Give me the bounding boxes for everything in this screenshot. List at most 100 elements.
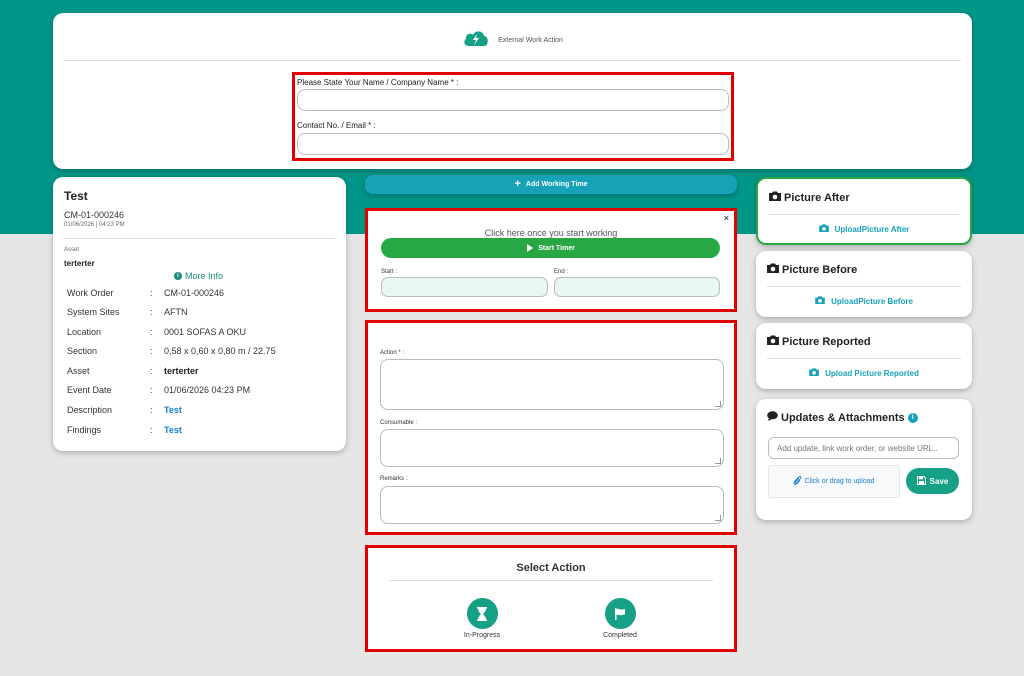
- start-time-label: Start :: [381, 269, 398, 275]
- updates-title: Updates & Attachments: [781, 411, 905, 424]
- picture-reported-title-row: Picture Reported: [767, 335, 871, 348]
- info-key: Findings: [67, 425, 102, 435]
- info-key: System Sites: [67, 307, 120, 317]
- picture-after-card: Picture After UploadPicture After: [756, 177, 972, 245]
- save-label: Save: [929, 476, 949, 486]
- add-working-time-label: Add Working Time: [525, 181, 588, 188]
- picture-before-title-row: Picture Before: [767, 263, 857, 276]
- picture-reported-card: Picture Reported Upload Picture Reported: [756, 323, 972, 389]
- info-key: Event Date: [67, 385, 112, 395]
- info-colon: :: [150, 366, 153, 376]
- info-colon: :: [150, 307, 153, 317]
- info-key: Asset: [67, 366, 90, 376]
- description-link[interactable]: Test: [164, 405, 182, 415]
- end-time-label: End :: [554, 269, 569, 275]
- upload-picture-after-link[interactable]: UploadPicture After: [758, 224, 970, 234]
- upload-picture-after-label: UploadPicture After: [834, 224, 910, 234]
- comment-icon: [767, 411, 778, 424]
- flag-icon: [604, 598, 636, 629]
- name-input[interactable]: [297, 89, 729, 111]
- completed-label: Completed: [603, 632, 637, 639]
- name-field-label: Please State Your Name / Company Name * …: [297, 78, 459, 87]
- in-progress-action-button[interactable]: In-Progress: [447, 598, 517, 639]
- action-label: Action * :: [380, 350, 405, 356]
- camera-icon: [815, 296, 825, 306]
- info-value: terterter: [164, 366, 199, 376]
- camera-icon: [767, 263, 779, 276]
- hourglass-icon: [466, 598, 498, 629]
- picture-reported-divider: [767, 358, 961, 359]
- info-colon: :: [150, 405, 153, 415]
- info-key: Description: [67, 405, 113, 415]
- picture-reported-title: Picture Reported: [782, 335, 871, 348]
- work-order-number: CM-01-000246: [64, 210, 125, 220]
- more-info-label: More Info: [185, 271, 224, 281]
- info-divider: [64, 238, 335, 239]
- update-input[interactable]: Add update, link work order, or website …: [768, 437, 959, 459]
- work-order-date: 01/06/2026 | 04:23 PM: [64, 222, 125, 228]
- camera-icon: [818, 224, 829, 234]
- info-value: AFTN: [164, 307, 188, 317]
- info-colon: :: [150, 346, 153, 356]
- consumable-label: Consumable :: [380, 420, 418, 426]
- picture-after-title-row: Picture After: [769, 191, 850, 204]
- info-circle-icon: i: [174, 272, 182, 280]
- resize-handle[interactable]: [715, 458, 721, 464]
- remarks-textarea[interactable]: [380, 486, 724, 524]
- asset-value: terterter: [64, 259, 95, 268]
- select-action-title: Select Action: [516, 562, 586, 574]
- info-colon: :: [150, 327, 153, 337]
- action-textarea[interactable]: [380, 359, 724, 410]
- timer-panel-highlight: × Click here once you start working Star…: [365, 208, 737, 312]
- consumable-textarea[interactable]: [380, 429, 724, 467]
- file-upload-dropzone[interactable]: Click or drag to upload: [768, 465, 900, 498]
- contact-details-highlight: Please State Your Name / Company Name * …: [292, 72, 734, 161]
- updates-title-row: Updates & Attachments i: [767, 411, 918, 424]
- info-value: CM-01-000246: [164, 288, 225, 298]
- picture-before-divider: [767, 286, 961, 287]
- upload-label: Click or drag to upload: [804, 478, 875, 485]
- info-circle-icon[interactable]: i: [907, 412, 918, 423]
- info-key: Location: [67, 327, 102, 337]
- upload-picture-reported-link[interactable]: Upload Picture Reported: [756, 368, 972, 378]
- cloud-bolt-icon: [462, 28, 490, 53]
- work-order-info-card: Test CM-01-000246 01/06/2026 | 04:23 PM …: [53, 177, 346, 451]
- timer-hint: Click here once you start working: [484, 228, 618, 238]
- work-order-title: Test: [64, 189, 88, 203]
- resize-handle[interactable]: [715, 515, 721, 521]
- start-time-input[interactable]: [381, 277, 548, 297]
- more-info-link[interactable]: i More Info: [174, 271, 223, 281]
- in-progress-label: In-Progress: [463, 632, 501, 639]
- end-time-input[interactable]: [554, 277, 720, 297]
- upload-picture-before-label: UploadPicture Before: [831, 296, 913, 306]
- resize-handle[interactable]: [715, 401, 721, 407]
- start-timer-label: Start Timer: [538, 244, 575, 252]
- findings-link[interactable]: Test: [164, 425, 182, 435]
- updates-attachments-card: Updates & Attachments i Add update, link…: [756, 399, 972, 520]
- close-icon[interactable]: ×: [724, 213, 729, 223]
- header-divider: [64, 60, 961, 61]
- camera-icon: [769, 191, 781, 204]
- floppy-disk-icon: [916, 475, 926, 487]
- start-timer-button[interactable]: Start Timer: [381, 238, 720, 258]
- picture-before-title: Picture Before: [782, 263, 858, 276]
- info-key: Section: [67, 346, 98, 356]
- page-title: External Work Action: [498, 37, 563, 44]
- picture-after-title: Picture After: [784, 191, 850, 204]
- upload-picture-before-link[interactable]: UploadPicture Before: [756, 296, 972, 306]
- save-button[interactable]: Save: [906, 468, 959, 494]
- camera-icon: [809, 368, 819, 378]
- action-form-highlight: Action * : Consumable : Remarks :: [365, 320, 737, 535]
- upload-picture-reported-label: Upload Picture Reported: [825, 368, 919, 378]
- info-key: Work Order: [67, 288, 114, 298]
- play-icon: [527, 244, 534, 252]
- add-working-time-button[interactable]: + Add Working Time: [365, 175, 737, 194]
- plus-icon: +: [514, 178, 521, 190]
- completed-action-button[interactable]: Completed: [585, 598, 655, 639]
- select-action-highlight: Select Action In-Progress Completed: [365, 545, 737, 652]
- picture-before-card: Picture Before UploadPicture Before: [756, 251, 972, 317]
- info-value: 01/06/2026 04:23 PM: [164, 385, 251, 395]
- paperclip-icon: [793, 475, 802, 488]
- contact-input[interactable]: [297, 133, 729, 155]
- picture-after-divider: [769, 214, 959, 215]
